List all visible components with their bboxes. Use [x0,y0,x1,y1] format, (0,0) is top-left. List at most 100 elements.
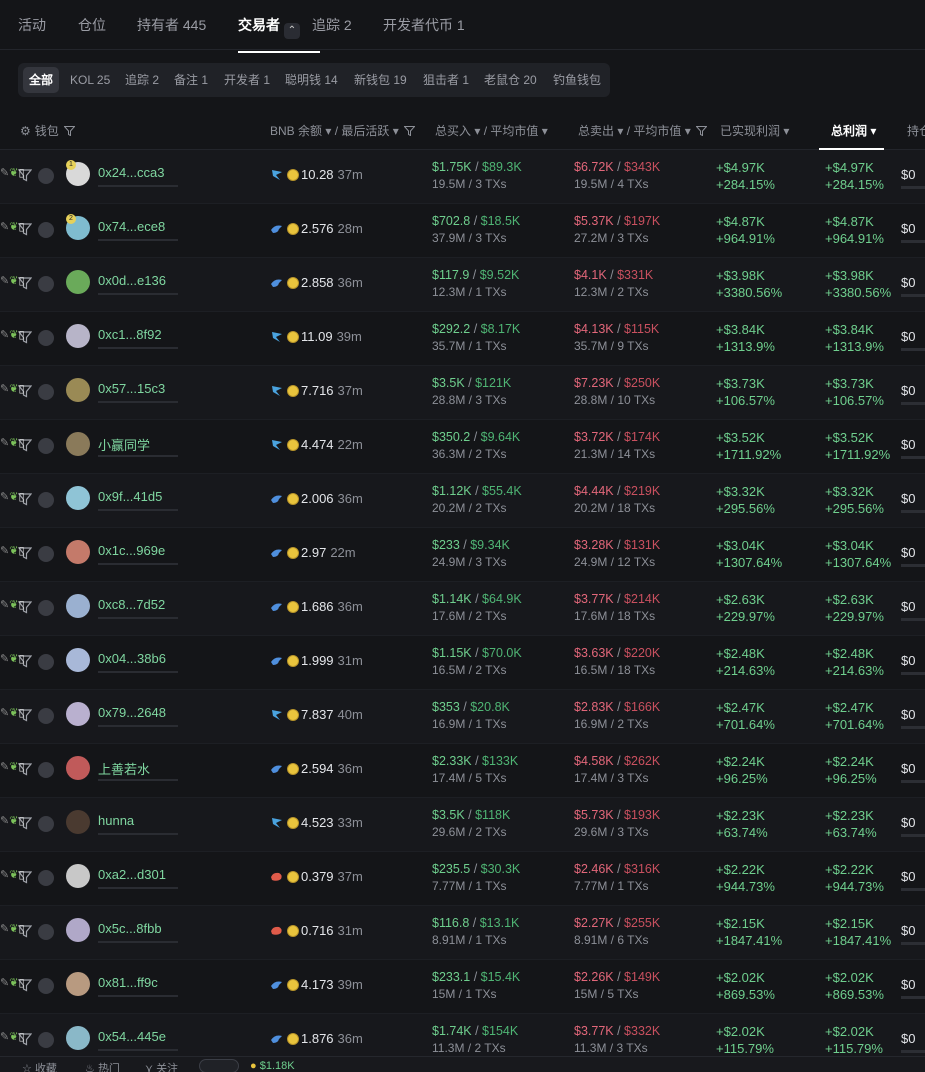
filter-notes[interactable]: 备注 1 [168,67,214,93]
wallet-name[interactable]: 上善若水 [98,759,150,778]
tab-positions[interactable]: 仓位 [78,15,106,35]
th-holding[interactable]: 持仓 [907,122,925,139]
chart-icon[interactable] [38,870,54,886]
chart-icon[interactable] [38,762,54,778]
edit-icon[interactable]: ✎ [0,977,9,989]
table-row[interactable]: 0x79...2648 ✎❦▯ 7.837 40m $353 / $20.8K 1… [0,690,925,744]
edit-icon[interactable]: ✎ [0,923,9,935]
copy-icon[interactable]: ▯ [18,869,24,881]
copy-icon[interactable]: ▯ [18,545,24,557]
edit-icon[interactable]: ✎ [0,329,9,341]
chart-icon[interactable] [38,222,54,238]
filter-new-wallet[interactable]: 新钱包 19 [348,67,413,93]
table-row[interactable]: 0x0d...e136 ✎❦▯ 2.858 36m $117.9 / $9.52K… [0,258,925,312]
filter-insider[interactable]: 老鼠仓 20 [478,67,543,93]
wallet-name[interactable]: 0xc8...7d52 [98,597,165,612]
table-row[interactable]: 0xa2...d301 ✎❦▯ 0.379 37m $235.5 / $30.3K… [0,852,925,906]
chart-icon[interactable] [38,1032,54,1048]
edit-icon[interactable]: ✎ [0,869,9,881]
wallet-name[interactable]: hunna [98,813,134,828]
edit-icon[interactable]: ✎ [0,491,9,503]
filter-smart-money[interactable]: 聪明钱 14 [279,67,344,93]
copy-icon[interactable]: ▯ [18,815,24,827]
filter-tracking[interactable]: 追踪 2 [119,67,165,93]
edit-icon[interactable]: ✎ [0,707,9,719]
th-sold[interactable]: 总卖出 ▾ / 平均市值 ▾ [578,122,708,139]
table-row[interactable]: hunna ✎❦▯ 4.523 33m $3.5K / $118K 29.6M /… [0,798,925,852]
th-total-profit[interactable]: 总利润 ▾ [818,122,885,150]
wallet-name[interactable]: 0x04...38b6 [98,651,166,666]
th-realized-profit[interactable]: 已实现利润 ▾ [720,122,789,139]
edit-icon[interactable]: ✎ [0,761,9,773]
filter-all[interactable]: 全部 [23,67,60,93]
chart-icon[interactable] [38,708,54,724]
wallet-name[interactable]: 0x0d...e136 [98,273,166,288]
wallet-name[interactable]: 0xa2...d301 [98,867,166,882]
table-row[interactable]: 0xc1...8f92 ✎❦▯ 11.09 39m $292.2 / $8.17K… [0,312,925,366]
edit-icon[interactable]: ✎ [0,437,9,449]
filter-dev[interactable]: 开发者 1 [218,67,276,93]
chart-icon[interactable] [38,600,54,616]
table-row[interactable]: 0x9f...41d5 ✎❦▯ 2.006 36m $1.12K / $55.4K… [0,474,925,528]
chain-switch[interactable] [199,1059,239,1072]
table-row[interactable]: 小赢同学 ✎❦▯ 4.474 22m $350.2 / $9.64K 36.3M … [0,420,925,474]
copy-icon[interactable]: ▯ [18,437,24,449]
tab-dev-tokens[interactable]: 开发者代币 1 [383,15,465,35]
wallet-name[interactable]: 0x9f...41d5 [98,489,162,504]
chevron-up-icon[interactable]: ⌃ [284,23,300,39]
table-row[interactable]: 0x81...ff9c ✎❦▯ 4.173 39m $233.1 / $15.4K… [0,960,925,1014]
tab-traders[interactable]: 交易者 ⌃ [238,15,320,53]
filter-kol[interactable]: KOL 25 [64,67,116,93]
th-bought[interactable]: 总买入 ▾ / 平均市值 ▾ [435,122,548,139]
edit-icon[interactable]: ✎ [0,1031,9,1043]
table-row[interactable]: 上善若水 ✎❦▯ 2.594 36m $2.33K / $133K 17.4M /… [0,744,925,798]
tab-tracking[interactable]: 追踪 2 [312,15,352,35]
copy-icon[interactable]: ▯ [18,383,24,395]
wallet-name[interactable]: 小赢同学 [98,435,150,454]
copy-icon[interactable]: ▯ [18,653,24,665]
chart-icon[interactable] [38,924,54,940]
wallet-name[interactable]: 0x81...ff9c [98,975,158,990]
copy-icon[interactable]: ▯ [18,923,24,935]
chart-icon[interactable] [38,654,54,670]
chart-icon[interactable] [38,546,54,562]
chart-icon[interactable] [38,276,54,292]
favorites-tab[interactable]: ☆ 收藏 [22,1060,57,1072]
wallet-name[interactable]: 0x74...ece8 [98,219,165,234]
copy-icon[interactable]: ▯ [18,275,24,287]
chart-icon[interactable] [38,168,54,184]
chart-icon[interactable] [38,438,54,454]
chart-icon[interactable] [38,330,54,346]
copy-icon[interactable]: ▯ [18,221,24,233]
copy-icon[interactable]: ▯ [18,329,24,341]
edit-icon[interactable]: ✎ [0,545,9,557]
chart-icon[interactable] [38,816,54,832]
copy-icon[interactable]: ▯ [18,761,24,773]
chart-icon[interactable] [38,492,54,508]
edit-icon[interactable]: ✎ [0,383,9,395]
th-wallet[interactable]: ⚙ 钱包 [20,122,76,139]
edit-icon[interactable]: ✎ [0,167,9,179]
filter-sniper[interactable]: 狙击者 1 [417,67,475,93]
edit-icon[interactable]: ✎ [0,653,9,665]
wallet-name[interactable]: 0x57...15c3 [98,381,165,396]
copy-icon[interactable]: ▯ [18,1031,24,1043]
wallet-name[interactable]: 0x5c...8fbb [98,921,162,936]
table-row[interactable]: 0xc8...7d52 ✎❦▯ 1.686 36m $1.14K / $64.9K… [0,582,925,636]
copy-icon[interactable]: ▯ [18,977,24,989]
edit-icon[interactable]: ✎ [0,275,9,287]
filter-icon[interactable] [63,126,76,137]
tab-activity[interactable]: 活动 [18,15,46,35]
filter-phishing[interactable]: 钓鱼钱包 [547,67,607,93]
follow-tab[interactable]: ⋎ 关注 [145,1060,178,1072]
copy-icon[interactable]: ▯ [18,599,24,611]
copy-icon[interactable]: ▯ [18,491,24,503]
edit-icon[interactable]: ✎ [0,221,9,233]
table-row[interactable]: 2 0x74...ece8 ✎❦▯ 2.576 28m $702.8 / $18.… [0,204,925,258]
wallet-name[interactable]: 0x1c...969e [98,543,165,558]
table-row[interactable]: 0x1c...969e ✎❦▯ 2.97 22m $233 / $9.34K 24… [0,528,925,582]
copy-icon[interactable]: ▯ [18,707,24,719]
table-row[interactable]: 0x57...15c3 ✎❦▯ 7.716 37m $3.5K / $121K 2… [0,366,925,420]
table-row[interactable]: 0x04...38b6 ✎❦▯ 1.999 31m $1.15K / $70.0K… [0,636,925,690]
wallet-name[interactable]: 0x24...cca3 [98,165,165,180]
